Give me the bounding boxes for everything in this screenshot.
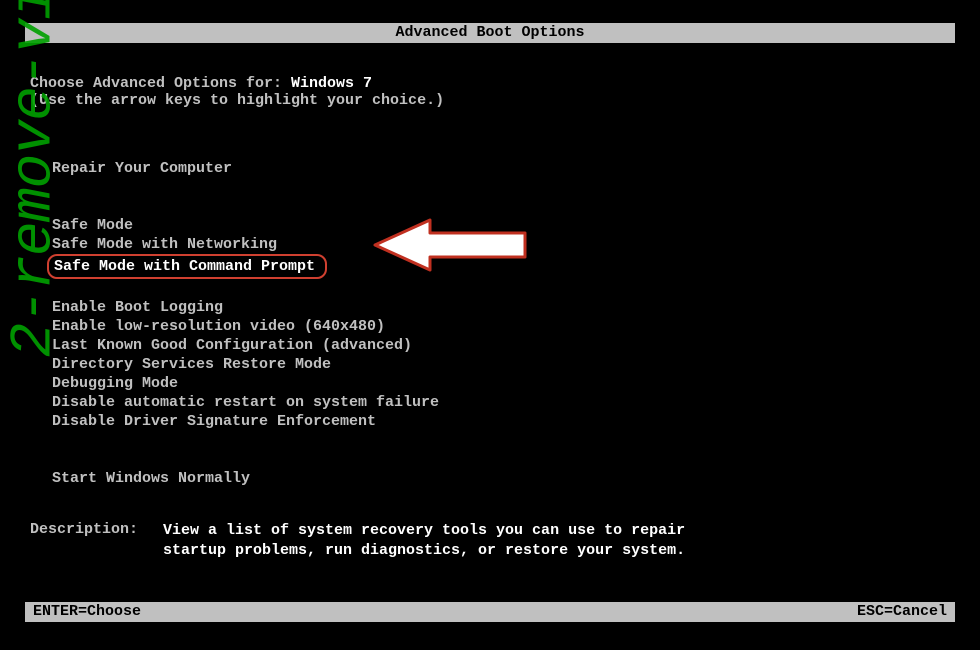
option-safe-mode[interactable]: Safe Mode [52, 216, 950, 235]
option-disable-auto-restart[interactable]: Disable automatic restart on system fail… [52, 393, 950, 412]
footer-bar: ENTER=Choose ESC=Cancel [25, 602, 955, 622]
option-last-known-good[interactable]: Last Known Good Configuration (advanced) [52, 336, 950, 355]
option-directory-services[interactable]: Directory Services Restore Mode [52, 355, 950, 374]
option-low-res-video[interactable]: Enable low-resolution video (640x480) [52, 317, 950, 336]
option-disable-driver-sig[interactable]: Disable Driver Signature Enforcement [52, 412, 950, 431]
option-safe-mode-cmd[interactable]: Safe Mode with Command Prompt [52, 254, 950, 279]
content-area: Choose Advanced Options for: Windows 7 (… [30, 75, 950, 561]
option-start-normally[interactable]: Start Windows Normally [52, 469, 950, 488]
option-safe-mode-networking[interactable]: Safe Mode with Networking [52, 235, 950, 254]
os-name: Windows 7 [291, 75, 372, 92]
description-label: Description: [30, 521, 163, 538]
footer-enter: ENTER=Choose [33, 602, 141, 622]
option-boot-logging[interactable]: Enable Boot Logging [52, 298, 950, 317]
title-text: Advanced Boot Options [395, 24, 584, 41]
option-debugging-mode[interactable]: Debugging Mode [52, 374, 950, 393]
title-bar: Advanced Boot Options [25, 23, 955, 43]
selected-highlight: Safe Mode with Command Prompt [47, 254, 327, 279]
choose-prefix: Choose Advanced Options for: [30, 75, 291, 92]
description-text: View a list of system recovery tools you… [163, 521, 723, 561]
choose-line: Choose Advanced Options for: Windows 7 [30, 75, 950, 92]
options-list: Repair Your Computer Safe Mode Safe Mode… [52, 159, 950, 488]
option-repair-computer[interactable]: Repair Your Computer [52, 159, 950, 178]
instructions-text: (Use the arrow keys to highlight your ch… [30, 92, 950, 109]
description-block: Description: View a list of system recov… [30, 521, 950, 561]
footer-esc: ESC=Cancel [857, 602, 947, 622]
